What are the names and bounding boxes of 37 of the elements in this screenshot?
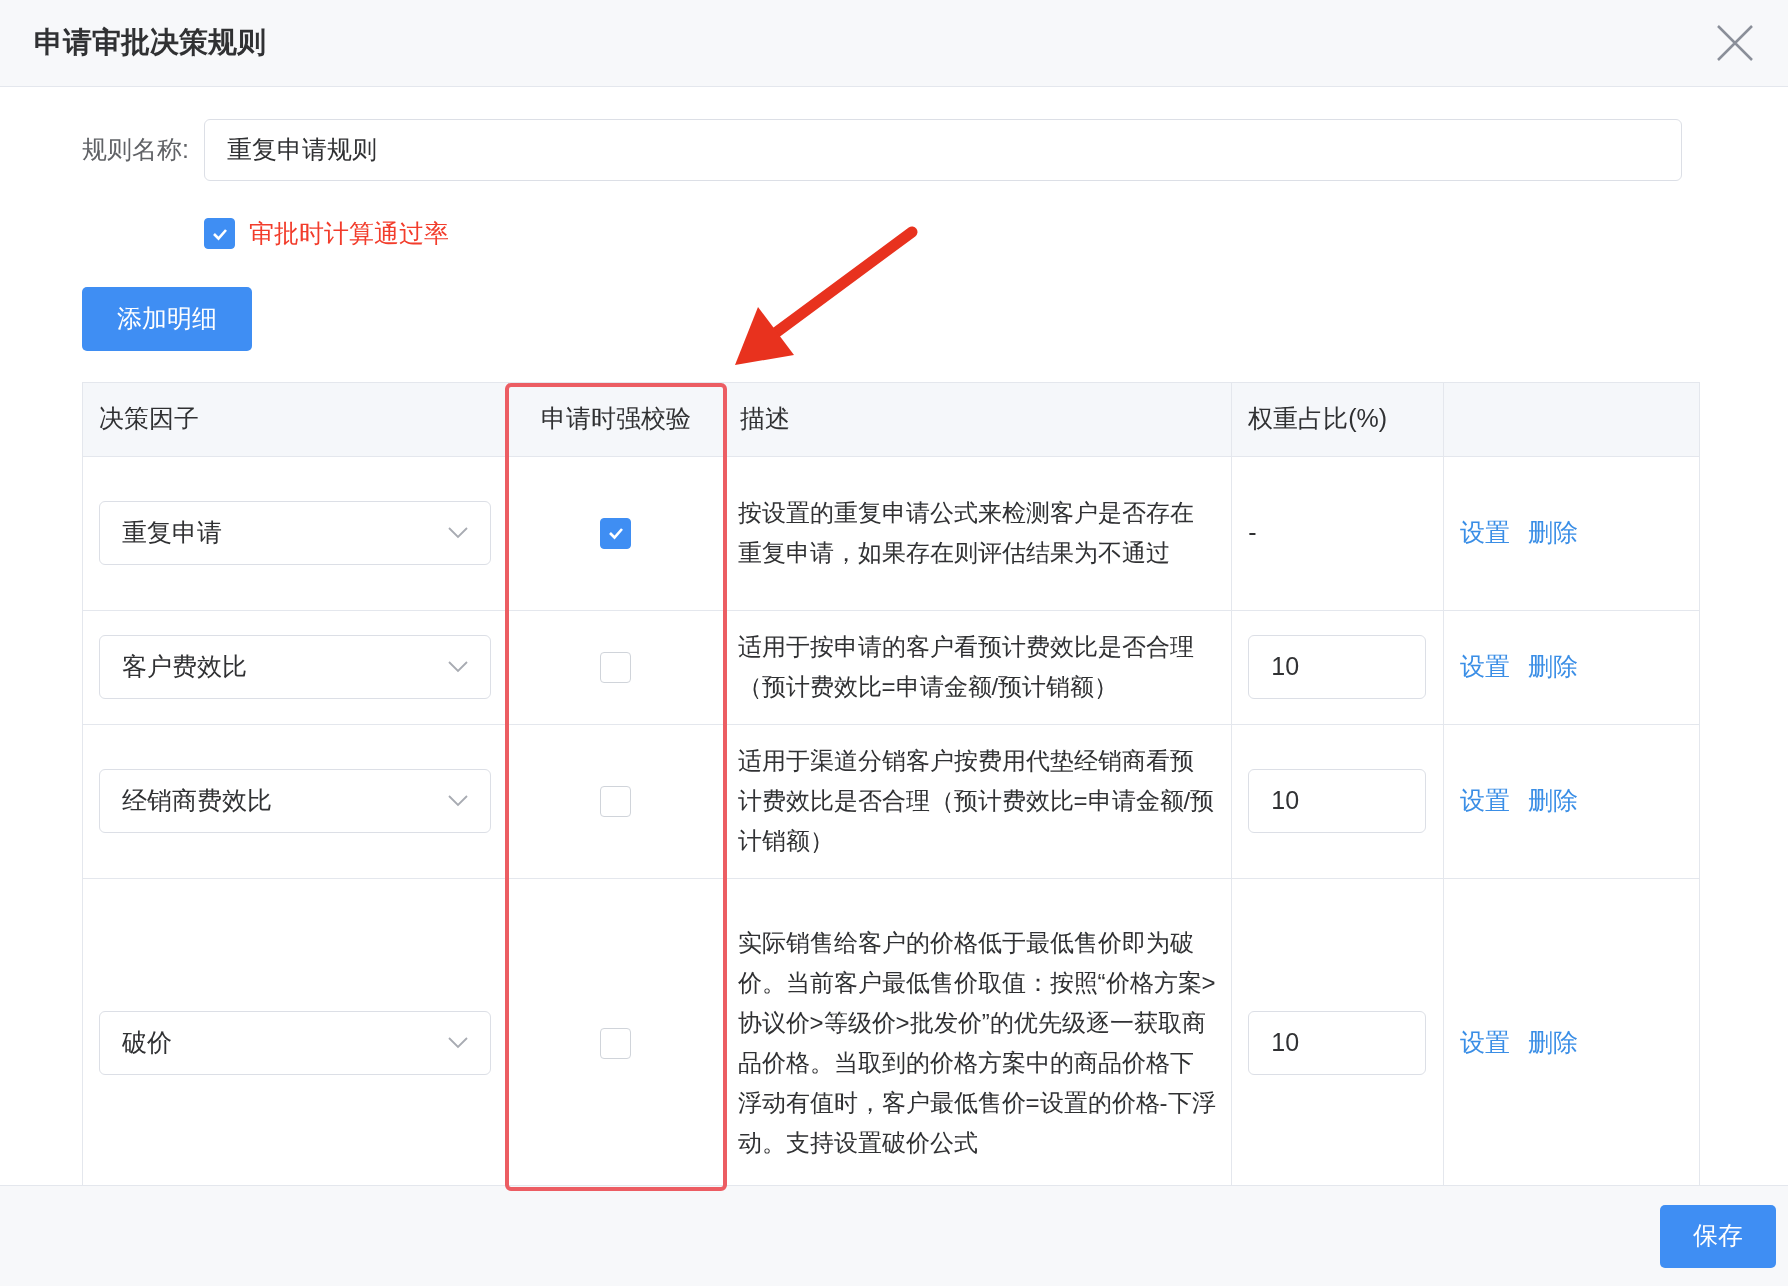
action-link[interactable]: 删除 [1528, 782, 1579, 820]
action-link[interactable]: 删除 [1528, 1024, 1579, 1062]
checkbox[interactable] [600, 517, 632, 549]
description-text: 实际销售给客户的价格低于最低售价即为破价。当前客户最低售价取值：按照“价格方案>协议价>等级价>批发价”的优先级逐一获取商品价格。当取到的价格方案中的商品价格下浮动有值时，客户最低售价=设置的价格-下浮动。支持设置破价公式 [737, 928, 1217, 1158]
field-label: 规则名称: [82, 134, 190, 166]
factor-select[interactable]: 重复申请 [99, 501, 491, 565]
chevron-down-icon [448, 527, 468, 539]
weight-input[interactable]: 10 [1248, 1011, 1427, 1075]
action-link[interactable]: 删除 [1528, 514, 1579, 552]
weight-input[interactable]: 10 [1248, 635, 1427, 699]
chevron-down-icon [448, 661, 468, 673]
checkbox-label: 审批时计算通过率 [249, 218, 449, 249]
column-header: 描述 [723, 382, 1233, 457]
action-link[interactable]: 设置 [1460, 782, 1511, 820]
weight-input[interactable]: 10 [1248, 769, 1427, 833]
description-text: 按设置的重复申请公式来检测客户是否存在重复申请，如果存在则评估结果为不通过 [737, 498, 1195, 568]
column-header: 权重占比(%) [1232, 382, 1445, 457]
chevron-down-icon [448, 1037, 468, 1049]
checkbox[interactable] [204, 218, 235, 250]
column-header: 申请时强校验 [508, 382, 724, 457]
description-text: 适用于渠道分销客户按费用代垫经销商看预计费效比是否合理（预计费效比=申请金额/预计销额） [737, 746, 1216, 856]
factor-select[interactable]: 客户费效比 [99, 635, 491, 699]
save-button[interactable]: 保存 [1660, 1204, 1776, 1268]
add-detail-button[interactable]: 添加明细 [82, 286, 252, 351]
close-icon[interactable] [1716, 24, 1754, 62]
dialog-title: 申请审批决策规则 [34, 25, 266, 61]
chevron-down-icon [448, 795, 468, 807]
action-link[interactable]: 删除 [1528, 648, 1579, 686]
factor-select[interactable]: 破价 [99, 1011, 491, 1075]
action-link[interactable]: 设置 [1460, 648, 1511, 686]
rule-name-input[interactable]: 重复申请规则 [204, 119, 1682, 181]
weight-text: - [1248, 517, 1257, 549]
action-link[interactable]: 设置 [1460, 1024, 1511, 1062]
factor-select[interactable]: 经销商费效比 [99, 769, 491, 833]
column-header: 决策因子 [83, 382, 509, 457]
description-text: 适用于按申请的客户看预计费效比是否合理（预计费效比=申请金额/预计销额） [737, 632, 1195, 702]
action-link[interactable]: 设置 [1460, 514, 1511, 552]
